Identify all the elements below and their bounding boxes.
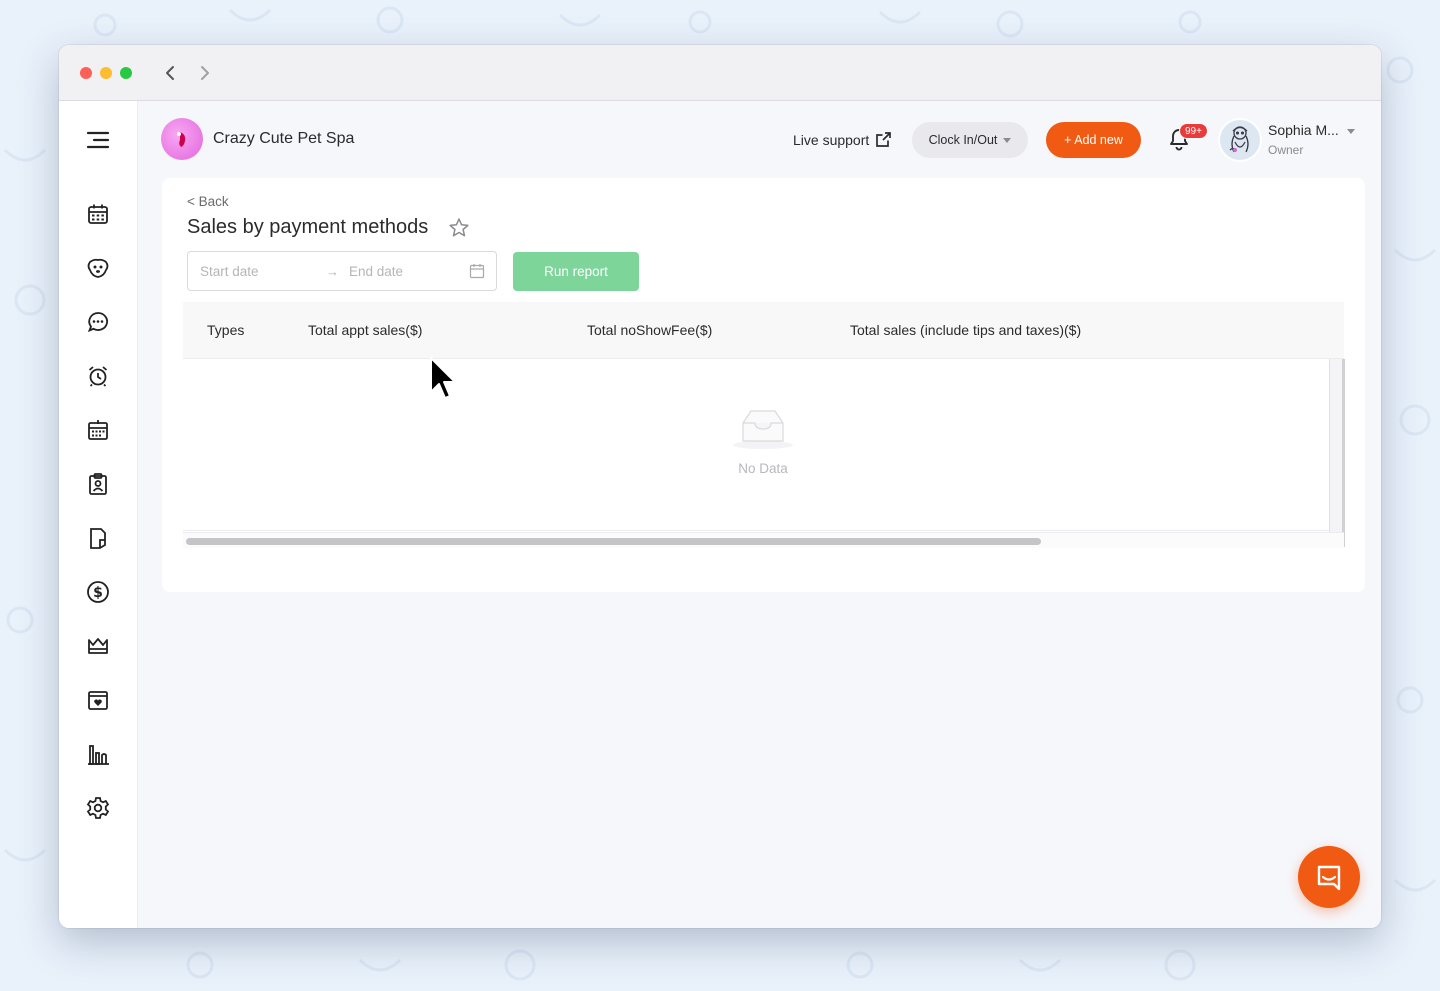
close-window-button[interactable]: [80, 67, 92, 79]
schedule-icon[interactable]: [85, 417, 111, 443]
horizontal-scrollbar-thumb[interactable]: [186, 538, 1041, 545]
column-header-total-appt-sales[interactable]: Total appt sales($): [308, 322, 422, 338]
minimize-window-button[interactable]: [100, 67, 112, 79]
user-role: Owner: [1268, 143, 1304, 157]
notification-badge: 99+: [1179, 123, 1208, 139]
bar-chart-icon[interactable]: [85, 741, 111, 767]
dollar-icon[interactable]: $: [85, 579, 111, 605]
clipboard-icon[interactable]: [85, 471, 111, 497]
empty-inbox-icon: [733, 410, 793, 449]
calendar-heart-icon[interactable]: [85, 687, 111, 713]
end-date-input[interactable]: End date: [349, 264, 403, 279]
alarm-icon[interactable]: [85, 363, 111, 389]
favorite-star-icon[interactable]: [448, 217, 470, 239]
topbar: Crazy Cute Pet Spa Live support Clock In…: [138, 101, 1381, 177]
run-report-button[interactable]: Run report: [513, 252, 639, 291]
column-header-types[interactable]: Types: [207, 322, 244, 338]
crown-icon[interactable]: [85, 633, 111, 659]
svg-text:$: $: [93, 585, 103, 601]
horizontal-scrollbar[interactable]: [183, 532, 1344, 548]
report-card: < Back Sales by payment methods Start da…: [162, 178, 1365, 592]
menu-icon[interactable]: [85, 127, 111, 153]
clock-in-out-button[interactable]: Clock In/Out: [912, 122, 1028, 158]
no-data-text: No Data: [738, 461, 788, 476]
calendar-small-icon[interactable]: [469, 263, 485, 279]
business-logo[interactable]: [161, 118, 203, 160]
start-date-input[interactable]: Start date: [200, 264, 259, 279]
chat-bubble-icon: [1317, 865, 1341, 891]
calendar-icon[interactable]: [85, 201, 111, 227]
settings-icon[interactable]: [85, 795, 111, 821]
user-name[interactable]: Sophia M...: [1268, 122, 1339, 138]
table-body: No Data: [183, 359, 1329, 531]
avatar[interactable]: [1218, 118, 1262, 162]
vertical-scrollbar-thumb[interactable]: [1342, 359, 1345, 547]
business-name[interactable]: Crazy Cute Pet Spa: [213, 130, 354, 148]
tag-icon[interactable]: [85, 525, 111, 551]
chevron-down-icon: [1003, 137, 1012, 143]
clock-in-out-label: Clock In/Out: [928, 133, 998, 147]
external-link-icon: [876, 132, 892, 147]
browser-window: $ Crazy Cute Pet Spa Live support Clock …: [59, 45, 1381, 928]
window-titlebar: [59, 45, 1381, 101]
browser-forward-icon[interactable]: [193, 61, 217, 85]
user-menu-chevron-down-icon[interactable]: [1347, 129, 1355, 134]
mouse-cursor-icon: [430, 357, 456, 399]
table-header: Types Total appt sales($) Total noShowFe…: [183, 302, 1344, 359]
browser-back-icon[interactable]: [158, 61, 182, 85]
page-title: Sales by payment methods: [187, 216, 429, 238]
date-range-picker[interactable]: Start date → End date: [187, 251, 497, 291]
add-new-button[interactable]: + Add new: [1046, 122, 1141, 158]
column-header-total-sales[interactable]: Total sales (include tips and taxes)($): [850, 322, 1081, 338]
sidebar: $: [59, 101, 138, 928]
pet-icon[interactable]: [85, 255, 111, 281]
maximize-window-button[interactable]: [120, 67, 132, 79]
report-table: Types Total appt sales($) Total noShowFe…: [183, 302, 1345, 548]
range-arrow-icon: →: [326, 264, 339, 279]
chat-widget-button[interactable]: [1298, 846, 1360, 908]
live-support-label: Live support: [793, 131, 870, 148]
chat-icon[interactable]: [85, 309, 111, 335]
back-link[interactable]: < Back: [187, 194, 229, 209]
live-support-link[interactable]: Live support: [793, 131, 892, 148]
column-header-total-noshow-fee[interactable]: Total noShowFee($): [587, 322, 712, 338]
vertical-scrollbar[interactable]: [1329, 359, 1345, 547]
